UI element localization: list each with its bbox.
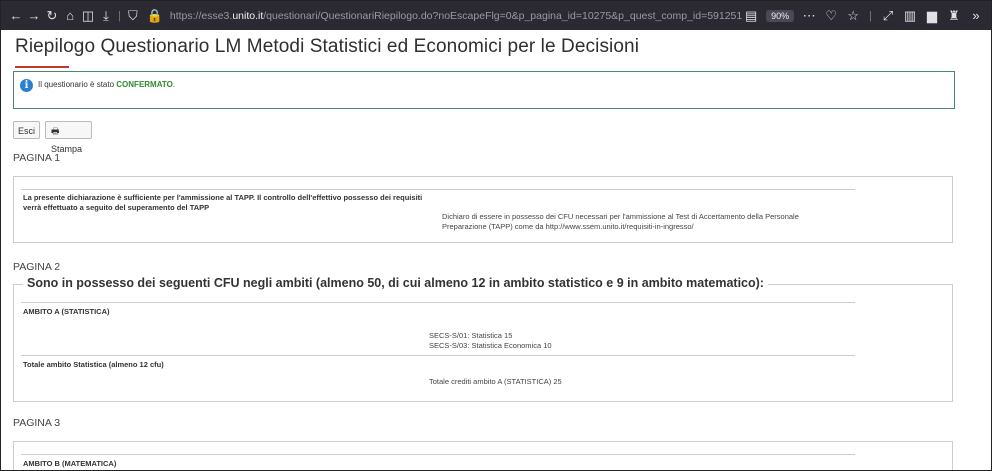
notice-message: Il questionario è stato CONFERMATO. (38, 80, 175, 89)
library-icon[interactable]: ▥ (901, 8, 919, 24)
lock-icon[interactable]: 🔒 (146, 8, 164, 24)
title-underline (15, 66, 69, 68)
notice-suffix: . (172, 80, 176, 89)
toolbar-right: ⋯ ♡ ☆ | ⤢ ▥ ▆ ♜ » (800, 8, 985, 24)
page-title: Riepilogo Questionario LM Metodi Statist… (15, 36, 640, 57)
info-icon: i (20, 79, 33, 92)
shield-icon[interactable]: ⛉ (124, 8, 142, 24)
printer-icon: 🖶 (51, 126, 60, 136)
toolbar-divider: | (118, 9, 121, 22)
question-text: Totale ambito Statistica (almeno 12 cfu) (23, 360, 164, 369)
download-icon[interactable]: ⤓ (97, 8, 115, 24)
reader-icon[interactable]: ▤ (742, 8, 760, 24)
url-prefix: https://esse3. (169, 9, 233, 22)
page-content: Riepilogo Questionario LM Metodi Statist… (1, 30, 991, 470)
answer-line: SECS-S/03: Statistica Economica 10 (429, 341, 552, 350)
print-button[interactable]: 🖶Stampa (45, 121, 92, 154)
zoom-indicator[interactable]: 90% (766, 9, 795, 22)
question-text: La presente dichiarazione è sufficiente … (23, 193, 423, 212)
reload-icon[interactable]: ↻ (43, 8, 61, 24)
extension-icon[interactable]: ♜ (945, 8, 963, 24)
expand-icon[interactable]: ⤢ (879, 8, 897, 24)
bookmark-star-icon[interactable]: ☆ (844, 8, 862, 24)
pagina2-label: PAGINA 2 (13, 261, 61, 273)
overflow-icon[interactable]: » (967, 8, 985, 23)
forward-icon[interactable]: → (25, 8, 43, 23)
home-icon[interactable]: ⌂ (61, 8, 79, 23)
reader-view-icon[interactable]: ▆ (923, 8, 941, 24)
more-icon[interactable]: ⋯ (800, 8, 818, 24)
screenshot-icon[interactable]: ◫ (79, 8, 97, 24)
question-text: AMBITO B (MATEMATICA) (23, 459, 117, 468)
toolbar-divider-right: | (869, 9, 872, 22)
section-legend: Sono in possesso dei seguenti CFU negli … (23, 276, 768, 290)
divider (21, 302, 855, 303)
question-text: AMBITO A (STATISTICA) (23, 307, 110, 316)
divider (21, 189, 855, 190)
pagina1-label: PAGINA 1 (13, 152, 61, 164)
url-rest: /questionari/QuestionariRiepilogo.do?noE… (263, 9, 743, 22)
browser-toolbar: ← → ↻ ⌂ ◫ ⤓ | ⛉ 🔒 https://esse3.unito.it… (1, 1, 991, 30)
pagina1-section: La presente dichiarazione è sufficiente … (13, 176, 953, 243)
answer-line: Preparazione (TAPP) come da http://www.s… (442, 222, 694, 231)
exit-button[interactable]: Esci (13, 121, 40, 139)
address-bar[interactable]: 🔒 https://esse3.unito.it/questionari/Que… (146, 5, 800, 27)
url-domain: unito.it (232, 9, 264, 22)
pagina3-section: AMBITO B (MATEMATICA) (13, 441, 953, 470)
pagina3-label: PAGINA 3 (13, 417, 61, 429)
browser-window: ← → ↻ ⌂ ◫ ⤓ | ⛉ 🔒 https://esse3.unito.it… (0, 0, 992, 471)
back-icon[interactable]: ← (7, 8, 25, 23)
divider (21, 355, 855, 356)
divider (21, 454, 855, 455)
notice-prefix: Il questionario è stato (38, 80, 117, 89)
url-text[interactable]: https://esse3.unito.it/questionari/Quest… (170, 10, 742, 22)
pagina2-section: AMBITO A (STATISTICA) SECS-S/01: Statist… (13, 284, 953, 402)
status-badge: CONFERMATO (116, 80, 173, 89)
pocket-icon[interactable]: ♡ (822, 8, 840, 24)
status-notice: i Il questionario è stato CONFERMATO. (13, 71, 955, 109)
nav-buttons: ← → ↻ ⌂ ◫ ⤓ | ⛉ (7, 8, 142, 24)
answer-line: Dichiaro di essere in possesso dei CFU n… (442, 212, 799, 221)
answer-line: Totale crediti ambito A (STATISTICA) 25 (429, 377, 562, 386)
answer-line: SECS-S/01: Statistica 15 (429, 331, 513, 340)
